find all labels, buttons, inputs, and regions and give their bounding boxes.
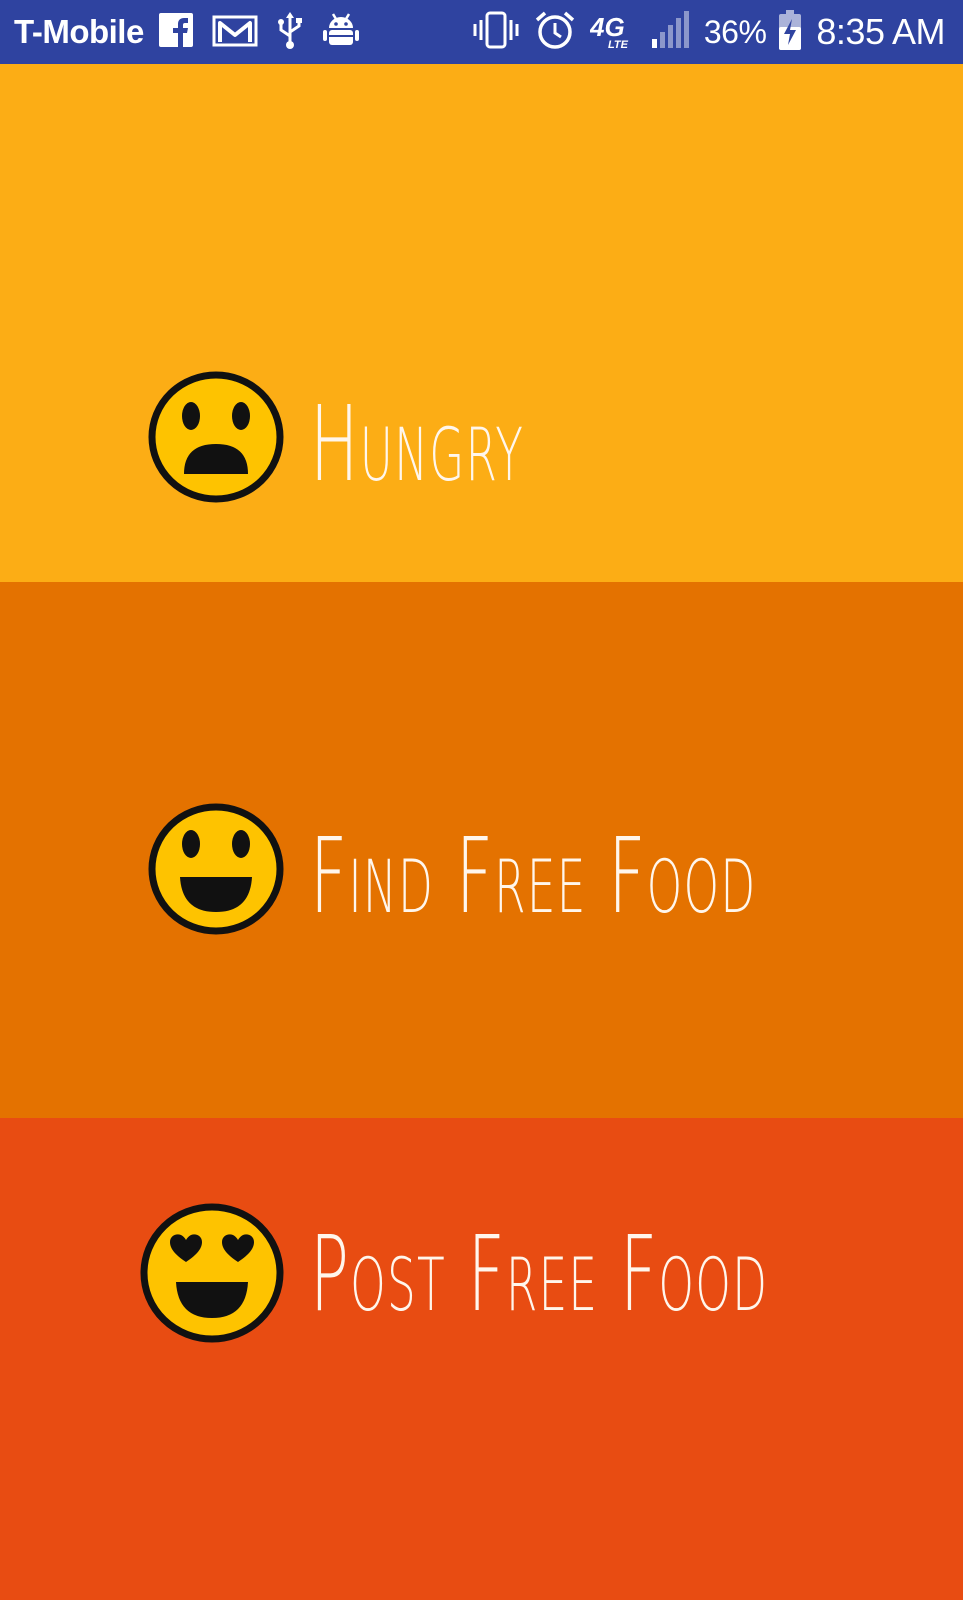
status-right: 4G LTE 36% 8:35 AM xyxy=(472,0,945,64)
hungry-label: Hungry xyxy=(310,383,525,505)
post-free-food-panel[interactable]: Post Free Food xyxy=(0,1118,963,1600)
find-free-food-label: Find Free Food xyxy=(310,815,757,937)
svg-text:LTE: LTE xyxy=(608,39,629,50)
gmail-icon xyxy=(212,12,258,53)
find-free-food-panel[interactable]: Find Free Food xyxy=(0,582,963,1118)
hungry-panel[interactable]: Hungry xyxy=(0,64,963,582)
frowning-face-icon xyxy=(148,371,284,503)
facebook-icon xyxy=(158,12,194,53)
status-left: T-Mobile xyxy=(14,0,378,64)
usb-icon xyxy=(276,10,304,55)
post-free-food-label: Post Free Food xyxy=(310,1213,769,1335)
4g-lte-icon: 4G LTE xyxy=(589,10,636,55)
heart-eyes-face-icon xyxy=(140,1203,284,1343)
svg-text:4G: 4G xyxy=(590,12,625,42)
battery-percentage: 36% xyxy=(703,13,767,50)
vibrate-icon xyxy=(472,10,520,55)
clock: 8:35 AM xyxy=(816,11,945,52)
status-bar: T-Mobile 4G LTE 36% 8:35 AM xyxy=(0,0,963,64)
smiling-face-icon xyxy=(148,803,284,935)
android-debug-icon xyxy=(322,11,360,54)
battery-charging-icon xyxy=(778,9,802,56)
carrier-name: T-Mobile xyxy=(14,13,144,50)
alarm-icon xyxy=(534,9,576,56)
signal-icon xyxy=(650,10,690,55)
